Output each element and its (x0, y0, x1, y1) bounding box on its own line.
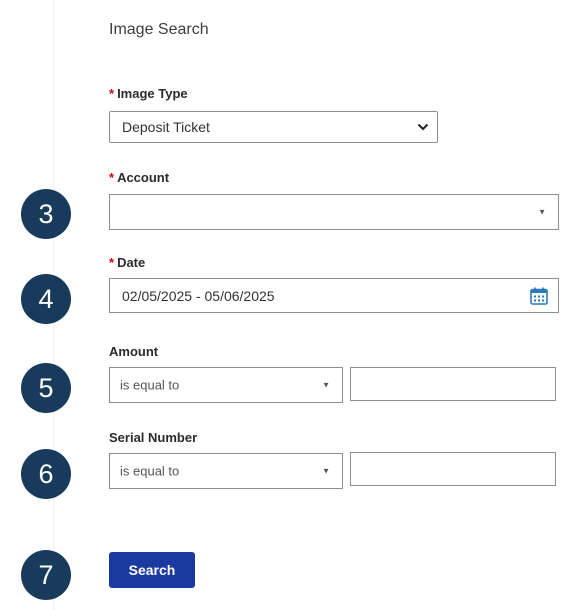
step-marker-6: 6 (21, 449, 71, 499)
required-marker: * (109, 86, 115, 101)
step-marker-3: 3 (21, 189, 71, 239)
amount-operator-value: is equal to (120, 377, 180, 393)
account-label: * Account (109, 170, 170, 185)
step-marker-4: 4 (21, 274, 71, 324)
amount-operator-select[interactable]: is equal to ▼ (109, 367, 343, 403)
calendar-icon[interactable] (529, 286, 549, 306)
step-marker-5: 5 (21, 363, 71, 413)
account-select[interactable]: ▼ (109, 194, 559, 230)
image-type-label: * Image Type (109, 86, 188, 101)
page-title: Image Search (109, 21, 209, 38)
date-range-value: 02/05/2025 - 05/06/2025 (122, 287, 275, 304)
caret-down-icon: ▼ (322, 466, 330, 476)
step-marker-7: 7 (21, 550, 71, 600)
serial-number-input[interactable] (350, 452, 556, 486)
search-button[interactable]: Search (109, 552, 195, 588)
image-type-value: Deposit Ticket (122, 119, 210, 135)
date-range-input[interactable]: 02/05/2025 - 05/06/2025 (109, 278, 559, 313)
chevron-down-icon (417, 123, 429, 131)
serial-operator-value: is equal to (120, 463, 180, 479)
required-marker: * (109, 255, 115, 270)
amount-input[interactable] (350, 367, 556, 401)
image-type-select[interactable]: Deposit Ticket (109, 111, 438, 143)
serial-number-label: Serial Number (109, 430, 198, 445)
amount-label: Amount (109, 344, 159, 359)
date-label: * Date (109, 255, 146, 270)
serial-operator-select[interactable]: is equal to ▼ (109, 453, 343, 489)
required-marker: * (109, 170, 115, 185)
caret-down-icon: ▼ (538, 207, 546, 217)
caret-down-icon: ▼ (322, 380, 330, 390)
